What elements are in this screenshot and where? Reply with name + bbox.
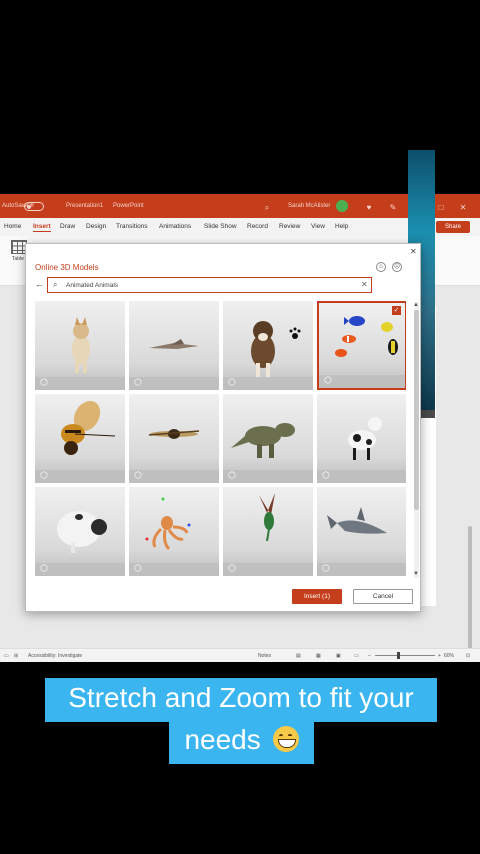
scroll-down-icon[interactable]: ▼ [413, 571, 419, 577]
spellcheck-icon: ⊞ [14, 653, 19, 659]
avatar[interactable] [336, 200, 348, 212]
close-icon[interactable]: ✕ [458, 203, 468, 213]
search-icon: ⌕ [53, 280, 58, 289]
reading-view-icon[interactable]: ▣ [336, 653, 341, 659]
selected-check-icon: ✓ [392, 306, 401, 315]
model-tile-pug[interactable]: ⬡ [35, 487, 125, 576]
3d-badge-icon: ⬡ [322, 563, 330, 573]
tab-help[interactable]: Help [335, 223, 348, 230]
maximize-icon[interactable]: □ [436, 203, 446, 213]
zoom-slider[interactable] [375, 655, 435, 656]
feedback-icon[interactable]: ♥ [364, 203, 374, 213]
3d-badge-icon: ⬡ [40, 563, 48, 573]
3d-badge-icon: ⬡ [40, 470, 48, 480]
share-label: Share [444, 224, 461, 230]
model-tile-t-rex[interactable]: ⬡ [223, 394, 313, 483]
fit-slide-icon[interactable]: ⊡ [466, 653, 470, 659]
3d-badge-icon: ⬡ [322, 470, 330, 480]
tab-review[interactable]: Review [279, 223, 300, 230]
model-tile-shiba-dog[interactable]: ⬡ [35, 301, 125, 390]
app-name: PowerPoint [113, 203, 144, 209]
caption-line-2: needs [169, 720, 314, 764]
model-tile-octopus[interactable]: ⬡ [129, 487, 219, 576]
back-arrow-icon[interactable]: ← [35, 279, 44, 289]
notes-button[interactable]: Notes [258, 653, 271, 659]
frown-feedback-icon[interactable]: ☹ [392, 262, 402, 272]
close-icon[interactable]: ✕ [410, 247, 417, 256]
tab-transitions[interactable]: Transitions [116, 223, 148, 230]
tab-home[interactable]: Home [4, 223, 21, 230]
3d-badge-icon: ⬡ [228, 563, 236, 573]
model-tile-pterodactyl[interactable]: ⬡ [129, 301, 219, 390]
model-tile-dragonfly[interactable]: ⬡ [129, 394, 219, 483]
grid-scroll-thumb[interactable] [414, 310, 419, 510]
clear-search-icon[interactable]: ✕ [361, 280, 368, 289]
slide-sorter-icon[interactable]: ▦ [316, 653, 321, 659]
tab-insert[interactable]: Insert [33, 223, 51, 232]
accessibility-status[interactable]: Accessibility: Investigate [28, 653, 82, 659]
cancel-button[interactable]: Cancel [353, 589, 413, 604]
search-icon[interactable]: ⌕ [262, 203, 272, 213]
pen-icon[interactable]: ✎ [388, 203, 398, 213]
smile-feedback-icon[interactable]: ☺ [376, 262, 386, 272]
grinning-face-icon [272, 726, 299, 752]
model-tile-bee[interactable]: ⬡ [35, 394, 125, 483]
3d-badge-icon: ⬡ [134, 377, 142, 387]
caption-line-1: Stretch and Zoom to fit your [45, 678, 437, 722]
zoom-thumb[interactable] [397, 652, 400, 659]
model-tile-tropical-fish[interactable]: ✓ ⬡ [317, 301, 406, 390]
model-tile-boxer-dog[interactable]: ⬡ [223, 301, 313, 390]
model-tile-shark[interactable]: ⬡ [317, 487, 406, 576]
user-name: Sarah McAlister [288, 203, 331, 209]
search-input[interactable] [66, 280, 346, 291]
tab-record[interactable]: Record [247, 223, 268, 230]
3d-badge-icon: ⬡ [228, 377, 236, 387]
table-label: Table [12, 256, 24, 262]
normal-view-icon[interactable]: ▤ [296, 653, 301, 659]
file-name: Presentation1 [66, 203, 104, 209]
3d-badge-icon: ⬡ [324, 375, 332, 385]
3d-badge-icon: ⬡ [134, 563, 142, 573]
vertical-scrollbar[interactable] [468, 526, 472, 662]
dialog-title: Online 3D Models [35, 263, 99, 272]
zoom-in-icon[interactable]: + [438, 653, 441, 659]
share-button[interactable]: Share [436, 221, 470, 233]
video-frame: AutoSave Off Presentation1 PowerPoint ⌕ … [0, 0, 480, 854]
scroll-up-icon[interactable]: ▲ [413, 302, 419, 308]
tab-animations[interactable]: Animations [159, 223, 191, 230]
slideshow-icon[interactable]: ▭ [354, 653, 359, 659]
tab-draw[interactable]: Draw [60, 223, 75, 230]
tab-view[interactable]: View [311, 223, 325, 230]
status-bar: ▭ ⊞ Accessibility: Investigate Notes ▤ ▦… [0, 648, 480, 662]
tab-design[interactable]: Design [86, 223, 106, 230]
tab-slide-show[interactable]: Slide Show [204, 223, 237, 230]
online-3d-models-dialog: ✕ Online 3D Models ☺ ☹ ← ⌕ ✕ ⬡ [25, 243, 421, 612]
model-tile-cow[interactable]: ⬡ [317, 394, 406, 483]
slide-icon: ▭ [4, 653, 9, 659]
model-grid: ⬡ ⬡ ⬡ ✓ ⬡ ⬡ ⬡ ⬡ ⬡ ⬡ ⬡ ⬡ ⬡ [34, 300, 406, 584]
3d-badge-icon: ⬡ [40, 377, 48, 387]
search-box: ⌕ ✕ [47, 277, 372, 293]
caption-line-2-text: needs [184, 724, 261, 755]
zoom-level[interactable]: 60% [444, 653, 454, 659]
insert-button[interactable]: Insert (1) [292, 589, 342, 604]
3d-badge-icon: ⬡ [134, 470, 142, 480]
model-tile-hummingbird[interactable]: ⬡ [223, 487, 313, 576]
zoom-out-icon[interactable]: – [368, 653, 371, 659]
3d-badge-icon: ⬡ [228, 470, 236, 480]
autosave-state: Off [27, 203, 34, 209]
